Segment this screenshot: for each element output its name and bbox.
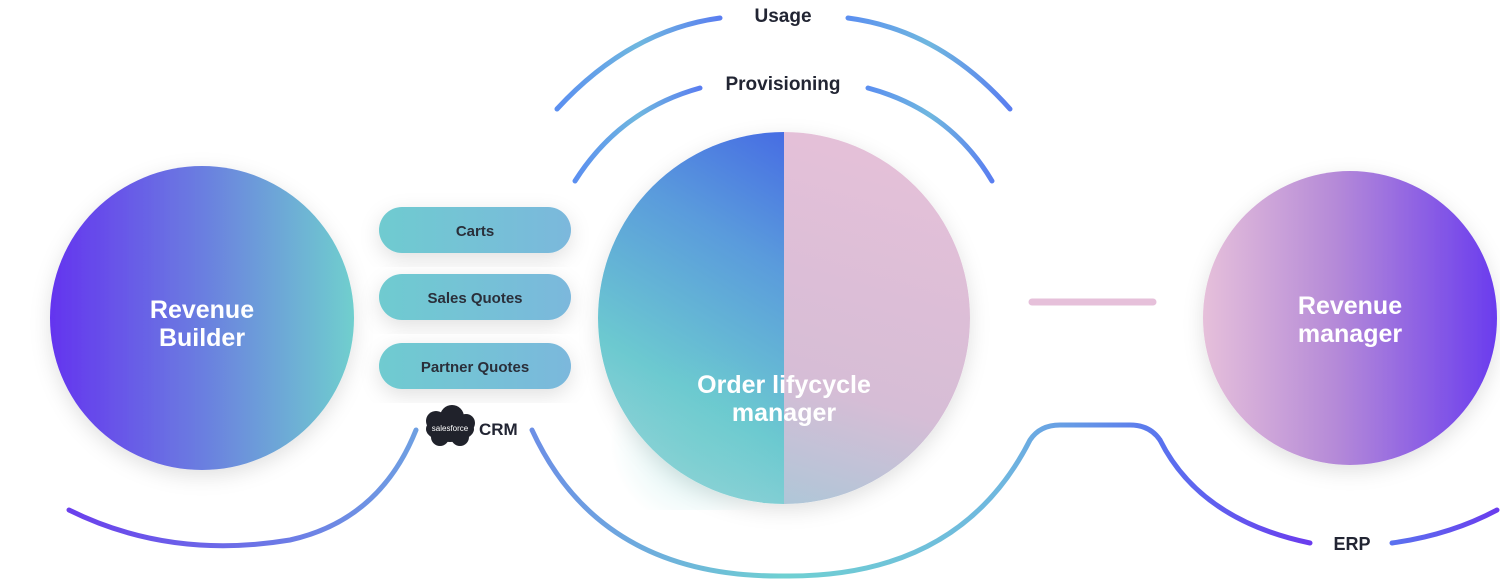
channel-pill-sales-quotes[interactable]: Sales Quotes	[379, 274, 571, 320]
revenue-builder-title-line1: Revenue	[150, 296, 254, 324]
channel-pill-carts[interactable]: Carts	[379, 207, 571, 253]
revenue-manager-title-line2: manager	[1298, 320, 1402, 348]
order-lifecycle-manager-node[interactable]: Order lifycycle manager	[598, 132, 970, 530]
channel-pill-partner-quotes[interactable]: Partner Quotes	[379, 343, 571, 389]
revenue-manager-title-line1: Revenue	[1298, 292, 1402, 320]
ecosystem-diagram: Usage Provisioning ERP Revenue Builder C…	[50, 6, 1500, 579]
channel-pill-label: Carts	[456, 223, 494, 240]
revenue-manager-node[interactable]: Revenue manager	[1203, 171, 1497, 465]
revenue-builder-title-line2: Builder	[159, 324, 245, 352]
provisioning-label: Provisioning	[725, 74, 840, 95]
usage-arc-left	[554, 15, 723, 112]
erp-arc-left	[1157, 437, 1313, 546]
channel-pill-label: Partner Quotes	[421, 359, 529, 376]
salesforce-logo-text: salesforce	[432, 424, 469, 433]
revenue-builder-node[interactable]: Revenue Builder	[50, 166, 354, 470]
crm-label: CRM	[479, 420, 518, 439]
order-manager-title-line2: manager	[732, 399, 836, 427]
usage-label: Usage	[754, 6, 811, 27]
crm-badge: salesforce CRM	[426, 405, 518, 446]
usage-arc-right	[845, 15, 1013, 112]
erp-arc-right	[1389, 507, 1500, 546]
salesforce-cloud-icon: salesforce	[426, 405, 475, 446]
erp-label: ERP	[1333, 534, 1370, 554]
channel-pill-label: Sales Quotes	[427, 290, 522, 307]
order-manager-title-line1: Order lifycycle	[697, 371, 871, 399]
